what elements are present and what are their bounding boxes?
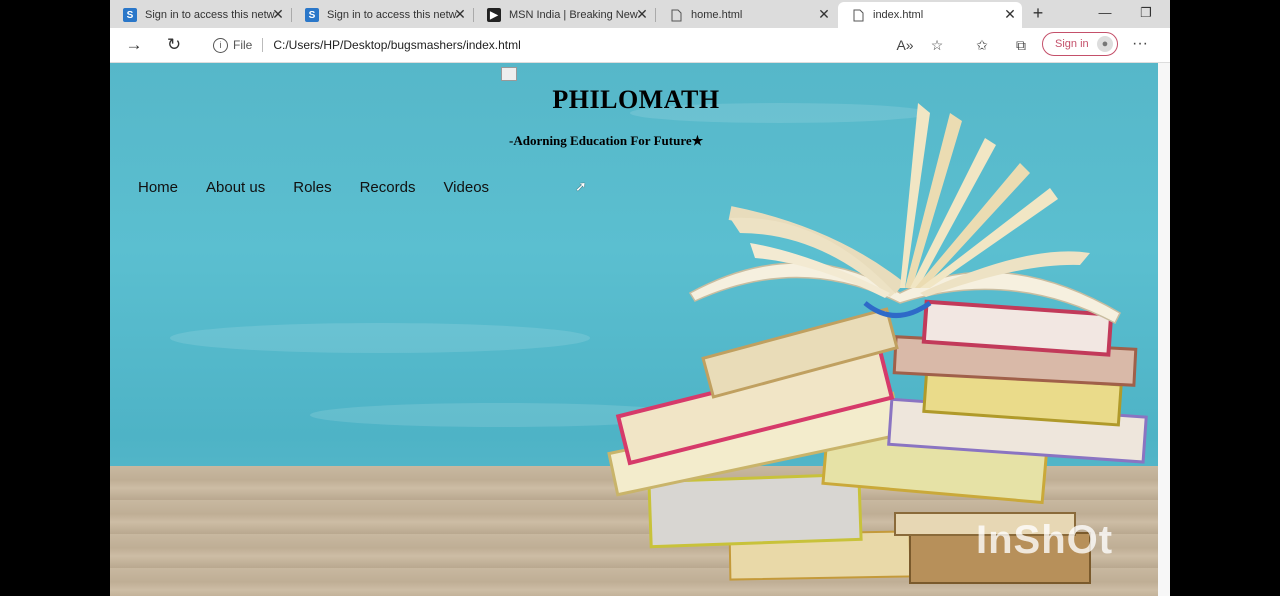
browser-window: S Sign in to access this netw ✕ S Sign i…	[110, 0, 1170, 596]
document-icon	[851, 8, 865, 22]
new-tab-button[interactable]: +	[1028, 3, 1048, 24]
tab-bar: S Sign in to access this netw ✕ S Sign i…	[110, 0, 1170, 28]
add-favorite-icon[interactable]: ☆	[928, 37, 946, 54]
site-tagline: -Adorning Education For Future★	[509, 133, 703, 149]
tab-signin-1[interactable]: S Sign in to access this netw ✕	[110, 2, 290, 28]
collections-icon[interactable]: ⧉	[1012, 37, 1030, 54]
tab-home[interactable]: home.html ✕	[656, 2, 836, 28]
site-nav: Home About us Roles Records Videos	[138, 179, 489, 196]
tagline-text: -Adorning Education For Future	[509, 133, 692, 148]
s-logo-icon: S	[123, 8, 137, 22]
msn-icon: ▶	[487, 8, 501, 22]
profile-avatar-icon: ●	[1097, 36, 1113, 52]
inshot-watermark: InShOt	[976, 518, 1114, 562]
minimize-button[interactable]: —	[1095, 5, 1115, 20]
more-menu-icon[interactable]: ···	[1130, 35, 1150, 53]
close-tab-icon[interactable]: ✕	[1002, 6, 1018, 23]
site-title-text: PHILOMATH	[552, 85, 720, 114]
tab-signin-2[interactable]: S Sign in to access this netw ✕	[292, 2, 472, 28]
refresh-icon[interactable]: ↻	[164, 35, 184, 55]
tab-index-active[interactable]: index.html ✕	[838, 2, 1022, 28]
nav-records-link[interactable]: Records	[360, 179, 416, 196]
file-scheme-label: File	[233, 38, 253, 52]
wall-texture	[170, 323, 590, 353]
address-separator	[262, 38, 264, 52]
info-icon[interactable]: i	[213, 37, 228, 53]
document-icon	[669, 8, 683, 22]
close-tab-icon[interactable]: ✕	[816, 6, 832, 23]
s-logo-icon: S	[305, 8, 319, 22]
sign-in-button[interactable]: Sign in ●	[1042, 32, 1118, 56]
nav-roles-link[interactable]: Roles	[293, 179, 331, 196]
tab-msn[interactable]: ▶ MSN India | Breaking New ✕	[474, 2, 654, 28]
page-viewport: PHILOMATH -Adorning Education For Future…	[110, 63, 1158, 596]
tab-title: index.html	[873, 9, 924, 21]
address-toolbar: → ↻ i File C:/Users/HP/Desktop/bugsmashe…	[110, 28, 1170, 63]
close-tab-icon[interactable]: ✕	[452, 6, 468, 23]
address-bar[interactable]: i File C:/Users/HP/Desktop/bugsmashers/i…	[213, 34, 1038, 56]
tab-title: MSN India | Breaking New	[509, 9, 638, 21]
nav-about-link[interactable]: About us	[206, 179, 265, 196]
read-aloud-icon[interactable]: A»	[896, 37, 914, 53]
vertical-scrollbar[interactable]	[1158, 63, 1170, 596]
tab-title: Sign in to access this netw	[145, 9, 275, 21]
sign-in-label: Sign in	[1055, 38, 1089, 50]
star-icon: ★	[691, 133, 704, 148]
nav-home-link[interactable]: Home	[138, 179, 178, 196]
restore-button[interactable]: ❐	[1136, 5, 1156, 21]
tab-title: home.html	[691, 9, 743, 21]
forward-arrow-icon[interactable]: →	[124, 35, 144, 55]
tab-title: Sign in to access this netw	[327, 9, 457, 21]
book-stack-illustration	[607, 103, 1148, 584]
nav-videos-link[interactable]: Videos	[443, 179, 489, 196]
site-title: PHILOMATH	[110, 85, 1158, 115]
url-text[interactable]: C:/Users/HP/Desktop/bugsmashers/index.ht…	[273, 38, 520, 52]
broken-image-icon	[501, 67, 517, 81]
mouse-cursor-icon: ➚	[575, 178, 587, 194]
close-tab-icon[interactable]: ✕	[634, 6, 650, 23]
favorites-icon[interactable]: ✩	[973, 37, 991, 54]
close-tab-icon[interactable]: ✕	[270, 6, 286, 23]
